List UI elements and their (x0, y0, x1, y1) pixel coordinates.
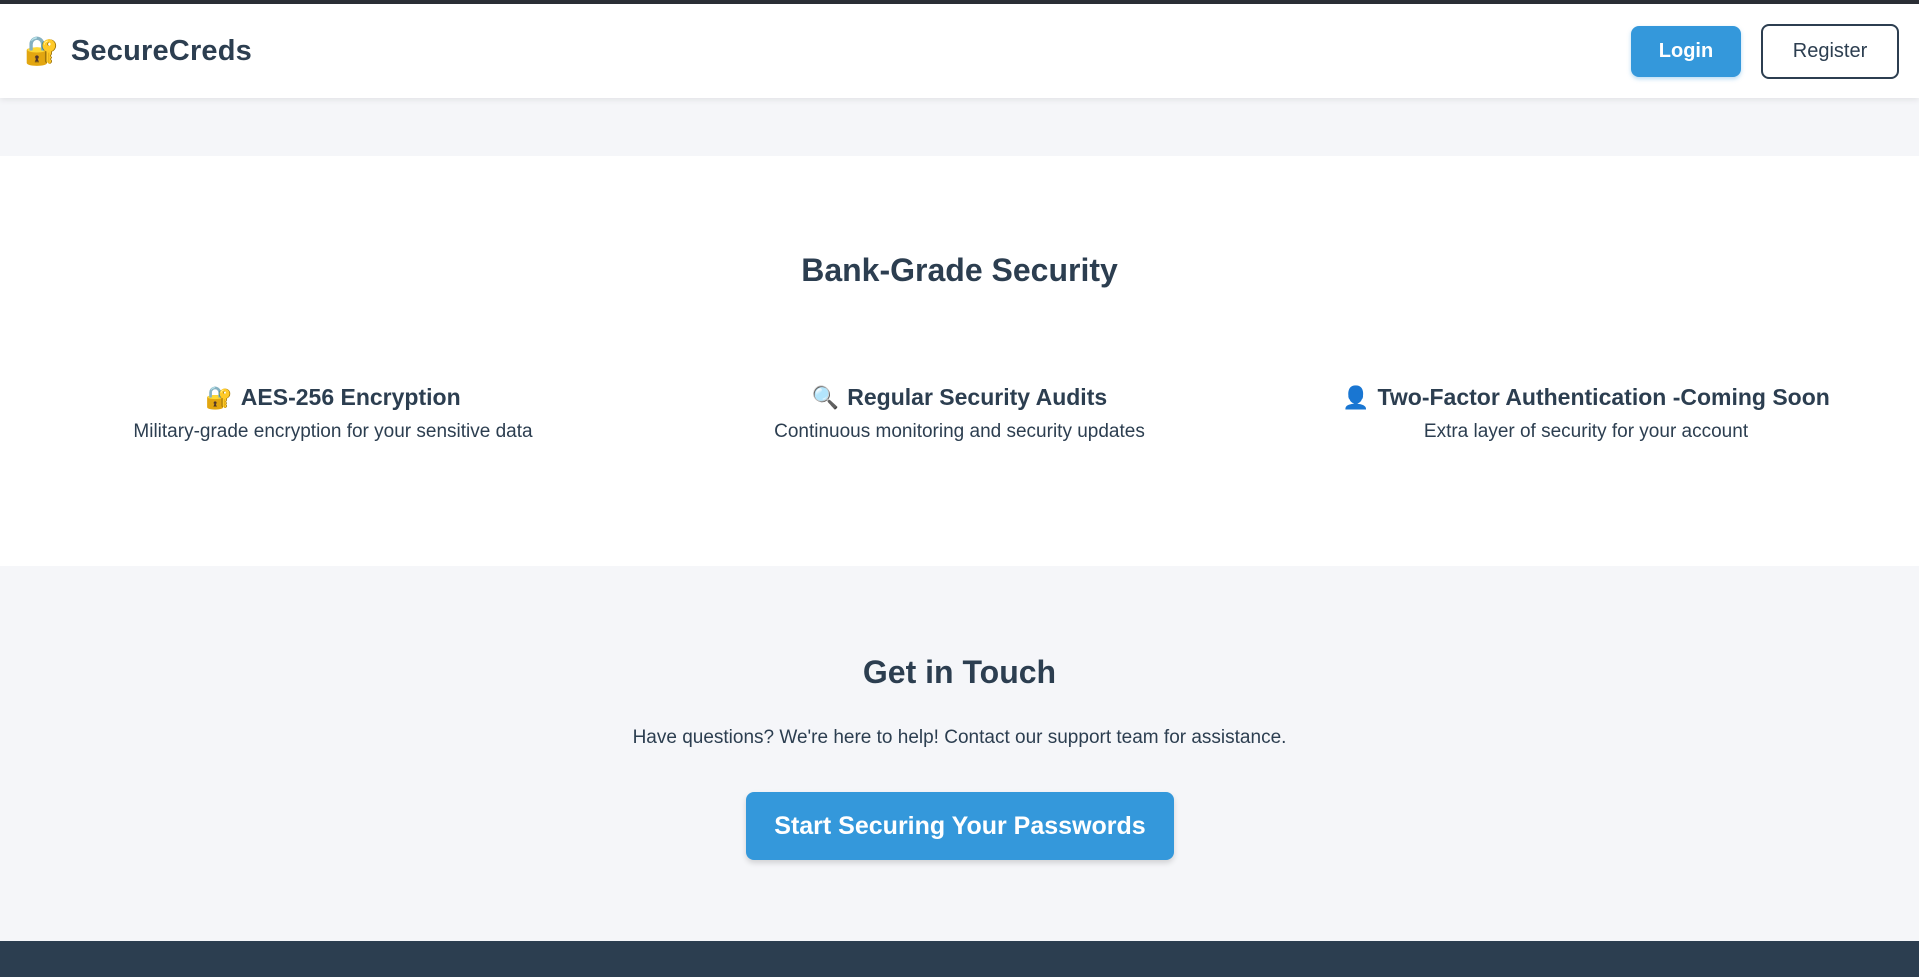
security-title: Bank-Grade Security (801, 252, 1118, 288)
feature-encryption: 🔐 AES-256 Encryption Military-grade encr… (40, 384, 626, 443)
user-icon: 👤 (1342, 384, 1370, 410)
brand-name: SecureCreds (70, 34, 253, 67)
contact-section: Get in Touch Have questions? We're here … (0, 566, 1919, 941)
lock-icon: 🔐 (205, 384, 233, 410)
feature-title: Regular Security Audits (847, 384, 1108, 410)
nav-actions: Login Register (1631, 23, 1899, 79)
start-securing-button[interactable]: Start Securing Your Passwords (746, 792, 1174, 860)
navbar: 🔐 SecureCreds Login Register (0, 4, 1919, 98)
security-section: Bank-Grade Security 🔐 AES-256 Encryption… (0, 156, 1919, 566)
feature-title: AES-256 Encryption (240, 384, 461, 410)
hero-spacer (0, 98, 1919, 156)
feature-audits: 🔍 Regular Security Audits Continuous mon… (667, 384, 1253, 443)
magnifier-icon: 🔍 (811, 384, 840, 410)
feature-2fa: 👤 Two-Factor Authentication -Coming Soon… (1293, 384, 1879, 443)
contact-title: Get in Touch (862, 654, 1057, 690)
login-button[interactable]: Login (1631, 25, 1741, 77)
feature-heading: 🔍 Regular Security Audits (667, 384, 1253, 411)
footer (0, 941, 1919, 977)
feature-title: Two-Factor Authentication -Coming Soon (1377, 384, 1830, 410)
feature-heading: 👤 Two-Factor Authentication -Coming Soon (1293, 384, 1879, 411)
feature-description: Continuous monitoring and security updat… (774, 421, 1145, 442)
lock-icon: 🔐 (24, 35, 59, 66)
feature-description: Military-grade encryption for your sensi… (133, 421, 533, 442)
brand[interactable]: 🔐 SecureCreds (24, 35, 252, 68)
contact-text: Have questions? We're here to help! Cont… (632, 727, 1287, 748)
register-button[interactable]: Register (1761, 23, 1899, 79)
feature-description: Extra layer of security for your account (1423, 421, 1749, 442)
feature-heading: 🔐 AES-256 Encryption (40, 384, 626, 411)
features-list: 🔐 AES-256 Encryption Military-grade encr… (0, 384, 1919, 443)
